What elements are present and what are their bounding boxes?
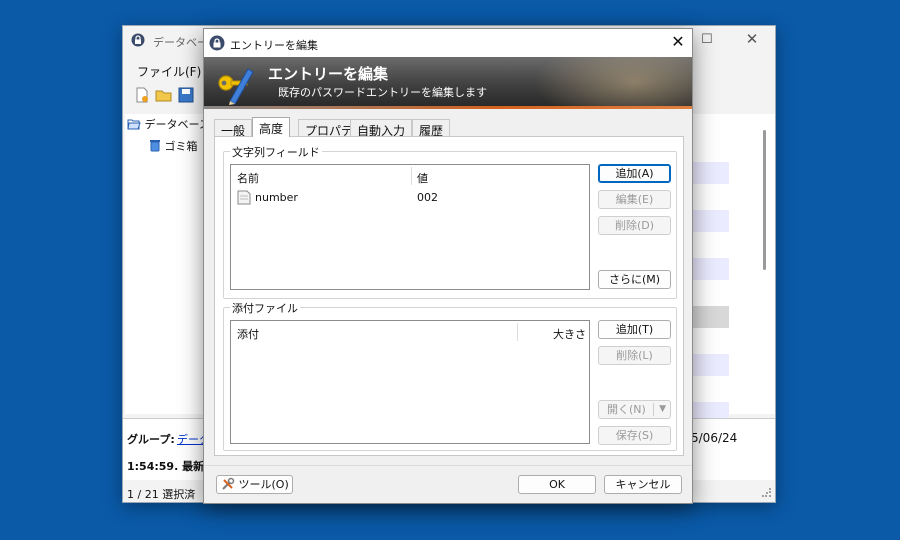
tab-general[interactable]: 一般 [214, 119, 253, 138]
cancel-button[interactable]: キャンセル [604, 475, 682, 494]
tree-item-label: データベース [144, 118, 210, 131]
banner-subtitle: 既存のパスワードエントリーを編集します [278, 86, 487, 99]
edit-field-button[interactable]: 編集(E) [598, 190, 671, 209]
tab-panel-advanced: 文字列フィールド 名前 値 number 002 追加(A) 編集(E) 削除(… [214, 136, 684, 456]
column-header-size[interactable]: 大きさ [553, 326, 586, 342]
status-bar-text: 1 / 21 選択済 [127, 488, 196, 501]
column-separator [517, 323, 518, 341]
resize-grip-icon[interactable] [762, 488, 772, 498]
column-header-attachment[interactable]: 添付 [237, 326, 259, 342]
menu-file[interactable]: ファイル(F) [137, 63, 201, 80]
tools-icon [222, 477, 235, 490]
main-toolbar [129, 86, 209, 108]
save-icon[interactable] [177, 86, 195, 104]
lock-icon [209, 35, 225, 51]
more-button[interactable]: さらに(M) [598, 270, 671, 289]
tab-advanced[interactable]: 高度 [252, 117, 291, 137]
add-attachment-button[interactable]: 追加(T) [598, 320, 671, 339]
banner-glow [534, 57, 692, 109]
folder-open-icon [127, 119, 141, 130]
list-row [693, 162, 729, 184]
tree-item-database[interactable]: データベース [127, 116, 210, 132]
tools-label: ツール(O) [238, 478, 289, 491]
list-row [693, 210, 729, 232]
banner-accent-line [204, 106, 692, 109]
column-header-value[interactable]: 値 [417, 170, 428, 186]
column-separator [411, 167, 412, 185]
list-row [693, 354, 729, 376]
open-attachment-button[interactable]: 開く(N) ▼ [598, 400, 671, 419]
open-attachment-label: 開く(N) [607, 403, 646, 416]
dialog-title: エントリーを編集 [230, 39, 318, 52]
tree-item-recycle-bin[interactable]: ゴミ箱 [149, 138, 198, 154]
tab-strip: 一般 高度 プロパティ 自動入力 履歴 [214, 117, 684, 138]
footer-separator [204, 465, 692, 466]
group-tree[interactable]: データベース ゴミ箱 [125, 114, 210, 414]
string-fields-list[interactable]: 名前 値 number 002 [230, 164, 590, 290]
list-row-selected [693, 306, 729, 328]
tools-button[interactable]: ツール(O) [216, 475, 293, 494]
chevron-down-icon[interactable]: ▼ [659, 401, 666, 418]
cell-value: 002 [417, 191, 438, 204]
save-attachment-button[interactable]: 保存(S) [598, 426, 671, 445]
dialog-titlebar[interactable]: エントリーを編集 ✕ [204, 29, 692, 57]
tree-item-label: ゴミ箱 [164, 140, 198, 153]
banner-title: エントリーを編集 [268, 65, 389, 83]
edit-entry-dialog: エントリーを編集 ✕ エントリーを編集 既存のパスワードエントリーを編集します … [203, 28, 693, 504]
table-row[interactable]: number 002 [235, 189, 585, 207]
recycle-bin-icon [150, 140, 160, 152]
date-text: 5/06/24 [691, 431, 738, 445]
close-icon[interactable]: ✕ [743, 30, 761, 48]
attachments-list[interactable]: 添付 大きさ [230, 320, 590, 444]
time-text: 1:54:59. 最新 [127, 460, 205, 473]
string-fields-legend: 文字列フィールド [230, 144, 322, 160]
open-folder-icon[interactable] [155, 86, 173, 104]
cell-name: number [255, 191, 298, 204]
group-label: グループ: [127, 433, 175, 446]
list-row [693, 258, 729, 280]
column-header-name[interactable]: 名前 [237, 170, 259, 186]
key-pencil-icon [218, 68, 254, 105]
close-icon[interactable]: ✕ [668, 33, 688, 53]
dialog-banner: エントリーを編集 既存のパスワードエントリーを編集します [204, 57, 692, 109]
lock-icon [131, 33, 145, 47]
maximize-icon[interactable]: ☐ [701, 32, 715, 47]
document-icon [237, 190, 251, 205]
scrollbar-thumb[interactable] [763, 130, 766, 270]
delete-attachment-button[interactable]: 削除(L) [598, 346, 671, 365]
add-field-button[interactable]: 追加(A) [598, 164, 671, 183]
tab-history[interactable]: 履歴 [412, 119, 451, 138]
split-separator [653, 403, 654, 416]
ok-button[interactable]: OK [518, 475, 596, 494]
delete-field-button[interactable]: 削除(D) [598, 216, 671, 235]
attachments-group: 添付ファイル 添付 大きさ 追加(T) 削除(L) 開く(N) ▼ 保存(S) [223, 300, 677, 451]
new-database-icon[interactable] [133, 86, 151, 104]
attachments-legend: 添付ファイル [230, 300, 300, 316]
tab-auto-type[interactable]: 自動入力 [350, 119, 413, 138]
string-fields-group: 文字列フィールド 名前 値 number 002 追加(A) 編集(E) 削除(… [223, 144, 677, 299]
